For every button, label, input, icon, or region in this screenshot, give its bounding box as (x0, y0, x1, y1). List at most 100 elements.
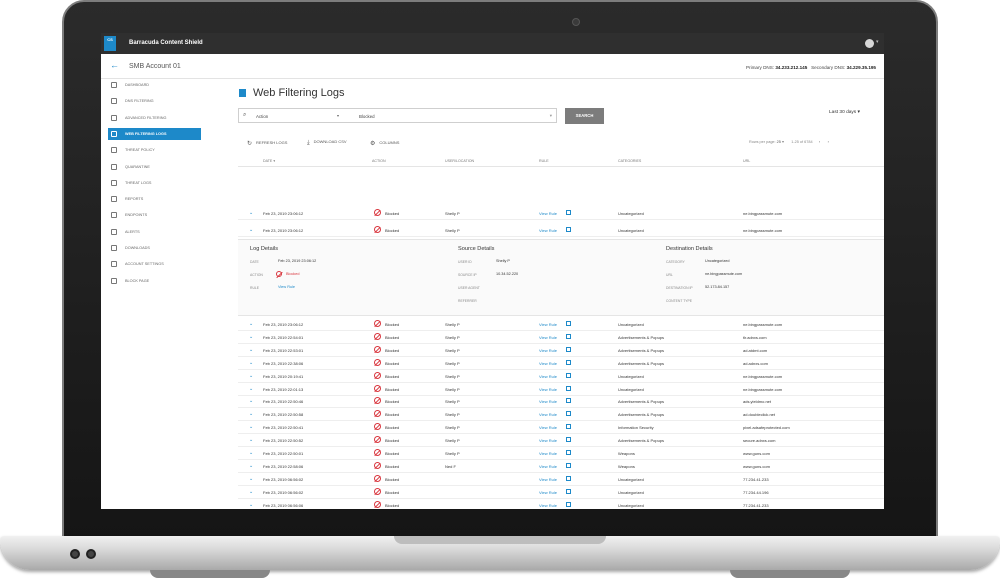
chevron-down-icon[interactable]: ▾ (337, 113, 339, 118)
column-header-url[interactable]: URL (743, 159, 750, 163)
table-row[interactable]: ⌄ Feb 23, 2019 22:53:01 Blocked Shelly P Vie… (238, 344, 884, 357)
external-link-icon[interactable] (566, 398, 571, 404)
expand-chevron-icon[interactable]: ⌄ (249, 476, 253, 482)
account-name[interactable]: SMB Account 01 (129, 63, 181, 70)
external-link-icon[interactable] (566, 488, 571, 494)
view-rule-link[interactable]: View Rule (539, 412, 557, 417)
external-link-icon[interactable] (566, 450, 571, 455)
expand-chevron-icon[interactable]: ⌄ (249, 321, 253, 327)
chevron-down-icon[interactable]: ▾ (781, 140, 784, 144)
sidebar-item[interactable]: Endpoints (108, 209, 201, 221)
sidebar-item[interactable]: Web Filtering Logs (108, 127, 201, 140)
sidebar-item[interactable]: Account Settings (108, 258, 201, 270)
external-link-icon[interactable] (566, 346, 571, 352)
back-arrow-icon[interactable]: ← (110, 61, 119, 70)
external-link-icon[interactable] (566, 372, 571, 378)
sidebar-item[interactable]: Alerts (108, 226, 201, 238)
sidebar-item[interactable]: Threat Policy (108, 144, 201, 156)
expand-chevron-icon[interactable]: ⌄ (249, 398, 253, 404)
chevron-down-icon[interactable]: ▾ (550, 113, 552, 119)
view-rule-link[interactable]: View Rule (539, 399, 557, 404)
external-link-icon[interactable] (566, 437, 571, 443)
sidebar-item[interactable]: Advanced Filtering (108, 112, 201, 124)
table-row[interactable]: ⌄ Feb 23, 2019 06:56:06 Blocked View Rule Un… (238, 499, 884, 509)
external-link-icon[interactable] (566, 210, 571, 215)
column-header-action[interactable]: Action (372, 159, 386, 163)
expand-chevron-icon[interactable]: ⌄ (249, 386, 253, 392)
external-link-icon[interactable] (566, 475, 571, 481)
view-rule-link[interactable]: View Rule (539, 361, 557, 366)
table-row[interactable]: ⌄ Feb 23, 2019 22:58:06 Blocked Ned F View R… (238, 460, 884, 473)
view-rule-link[interactable]: View Rule (539, 211, 557, 216)
column-header-date[interactable]: Date ▾ (263, 159, 275, 163)
expand-chevron-icon[interactable]: ⌄ (249, 502, 253, 508)
table-row[interactable]: ⌄ Feb 23, 2019 06:56:02 Blocked View Rule Un… (238, 473, 884, 486)
table-row[interactable]: ⌄ Feb 23, 2019 23:06:12 Blocked Shelly P Vie… (238, 224, 884, 237)
expand-chevron-icon[interactable]: ⌄ (249, 437, 253, 443)
expand-chevron-icon[interactable]: ⌄ (249, 360, 253, 366)
expand-chevron-icon[interactable]: ⌄ (249, 489, 253, 495)
view-rule-link[interactable]: View Rule (539, 335, 557, 340)
date-range-select[interactable]: Last 30 days ▾ (829, 110, 860, 115)
next-page-icon[interactable]: › (828, 140, 829, 144)
download-csv-button[interactable]: ⤓ Download CSV (307, 139, 347, 146)
view-rule-link[interactable]: View Rule (539, 228, 557, 233)
table-row[interactable]: ⌄ Feb 23, 2019 22:50:46 Blocked Shelly P Vie… (238, 395, 884, 409)
sidebar-item[interactable]: Threat Logs (108, 177, 201, 189)
table-row[interactable]: ⌄ Feb 23, 2019 23:06:12 Blocked Shelly P Vie… (238, 207, 884, 220)
table-row[interactable]: ⌄ Feb 23, 2019 06:56:02 Blocked View Rule Un… (238, 486, 884, 499)
view-rule-link[interactable]: View Rule (539, 322, 557, 327)
expand-chevron-icon[interactable]: ⌄ (249, 373, 253, 379)
table-row[interactable]: ⌄ Feb 23, 2019 22:54:01 Blocked Shelly P Vie… (238, 331, 884, 344)
table-row[interactable]: ⌄ Feb 23, 2019 22:50:41 Blocked Shelly P Vie… (238, 421, 884, 435)
external-link-icon[interactable] (566, 462, 571, 468)
sidebar-item[interactable]: Reports (108, 193, 201, 205)
sidebar-item[interactable]: DNS Filtering (108, 95, 201, 107)
table-row[interactable]: ⌄ Feb 23, 2019 22:01:13 Blocked Shelly P Vie… (238, 383, 884, 396)
user-avatar-icon[interactable] (865, 39, 874, 48)
view-rule-link[interactable]: View Rule (539, 503, 557, 508)
external-link-icon[interactable] (566, 385, 571, 391)
view-rule-link[interactable]: View Rule (539, 490, 557, 495)
view-rule-link[interactable]: View Rule (539, 348, 557, 353)
external-link-icon[interactable] (566, 424, 571, 430)
table-row[interactable]: ⌄ Feb 23, 2019 22:38:06 Blocked Shelly P Vie… (238, 357, 884, 370)
table-row[interactable]: ⌄ Feb 23, 2019 23:06:12 Blocked Shelly P Vie… (238, 318, 884, 331)
sidebar-item[interactable]: Block Page (108, 275, 201, 287)
table-row[interactable]: ⌄ Feb 23, 2019 22:50:52 Blocked Shelly P Vie… (238, 434, 884, 448)
table-row[interactable]: ⌄ Feb 23, 2019 20:19:41 Blocked Shelly P Vie… (238, 370, 884, 383)
table-row[interactable]: ⌄ Feb 23, 2019 22:50:58 Blocked Shelly P Vie… (238, 408, 884, 422)
chevron-down-icon[interactable]: ▾ (876, 39, 879, 45)
log-filter[interactable]: ⌕ Action ▾ Blocked ▾ (238, 108, 557, 123)
columns-button[interactable]: ⚙ Columns (370, 139, 399, 147)
sidebar-item[interactable]: Downloads (108, 242, 201, 254)
external-link-icon[interactable] (566, 411, 571, 417)
view-rule-link[interactable]: View Rule (539, 425, 557, 430)
expand-chevron-icon[interactable]: ⌄ (249, 210, 253, 216)
expand-chevron-icon[interactable]: ⌄ (249, 227, 253, 233)
filter-field-select[interactable]: Action (256, 114, 268, 119)
column-header-categories[interactable]: Categories (618, 159, 641, 163)
filter-value-input[interactable]: Blocked (359, 114, 375, 119)
external-link-icon[interactable] (566, 501, 571, 507)
column-header-user[interactable]: User/Location (445, 159, 474, 163)
search-button[interactable]: SEARCH (565, 108, 604, 124)
sidebar-item[interactable]: Quarantine (108, 161, 201, 173)
detail-value[interactable]: View Rule (278, 285, 295, 289)
expand-chevron-icon[interactable]: ⌄ (249, 347, 253, 353)
column-header-rule[interactable]: Rule (539, 159, 549, 163)
expand-chevron-icon[interactable]: ⌄ (249, 334, 253, 340)
refresh-logs-button[interactable]: ↻ Refresh Logs (247, 139, 287, 147)
view-rule-link[interactable]: View Rule (539, 477, 557, 482)
external-link-icon[interactable] (566, 333, 571, 339)
expand-chevron-icon[interactable]: ⌄ (249, 424, 253, 430)
external-link-icon[interactable] (566, 321, 571, 326)
expand-chevron-icon[interactable]: ⌄ (249, 411, 253, 417)
expand-chevron-icon[interactable]: ⌄ (249, 463, 253, 469)
view-rule-link[interactable]: View Rule (539, 374, 557, 379)
view-rule-link[interactable]: View Rule (539, 451, 557, 456)
prev-page-icon[interactable]: ‹ (819, 140, 820, 144)
view-rule-link[interactable]: View Rule (539, 438, 557, 443)
expand-chevron-icon[interactable]: ⌄ (249, 450, 253, 456)
table-row[interactable]: ⌄ Feb 23, 2019 22:50:01 Blocked Shelly P Vie… (238, 447, 884, 460)
